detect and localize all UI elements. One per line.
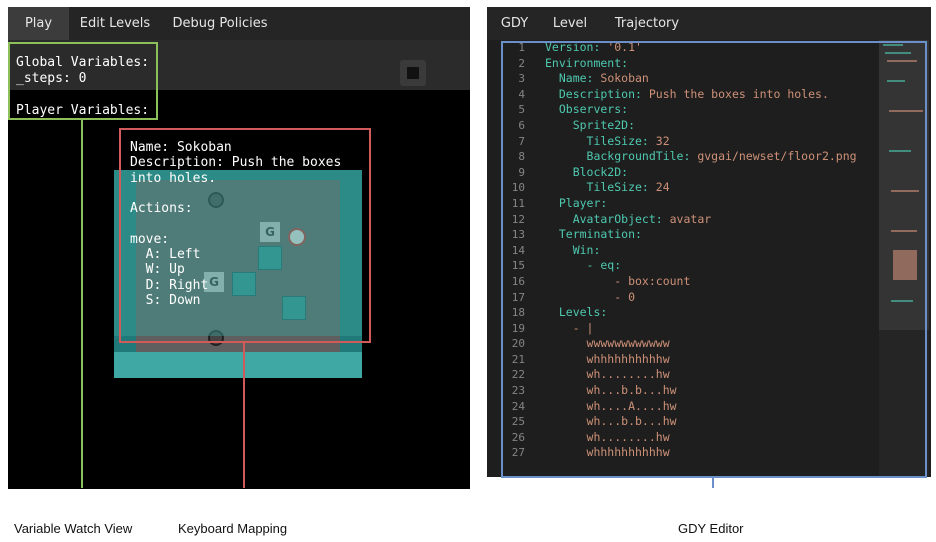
tab-debug-policies[interactable]: Debug Policies [161, 7, 279, 40]
keyboard-mapping-leader [243, 341, 245, 488]
gdy-editor-highlight [501, 41, 927, 478]
stop-button[interactable] [400, 60, 426, 86]
tab-gdy[interactable]: GDY [487, 7, 542, 40]
keyboard-mapping-text: Name: Sokoban Description: Push the boxe… [130, 140, 342, 308]
play-tabbar: Play Edit Levels Debug Policies [8, 7, 470, 40]
caption-variable-watch: Variable Watch View [14, 521, 133, 536]
gdy-editor-leader [712, 476, 714, 488]
board-wall [114, 352, 362, 378]
variable-watch-leader [81, 118, 83, 488]
editor-tabbar: GDY Level Trajectory [487, 7, 931, 40]
stop-icon [407, 67, 419, 79]
caption-gdy-editor: GDY Editor [678, 521, 744, 536]
tab-trajectory[interactable]: Trajectory [598, 7, 696, 40]
tab-play[interactable]: Play [8, 7, 69, 40]
variable-watch-highlight [8, 42, 158, 120]
tab-level[interactable]: Level [542, 7, 598, 40]
caption-keyboard-mapping: Keyboard Mapping [178, 521, 288, 536]
tab-edit-levels[interactable]: Edit Levels [69, 7, 161, 40]
